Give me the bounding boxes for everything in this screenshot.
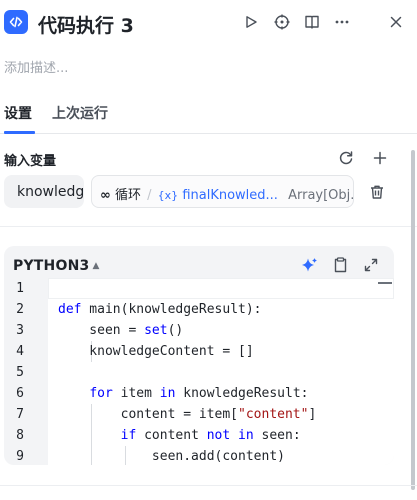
loop-icon: ∞ (100, 188, 111, 203)
line-number: 7 (16, 407, 24, 422)
code-line[interactable]: 1 (4, 278, 394, 299)
tab-last-run[interactable]: 上次运行 (52, 103, 108, 123)
delete-icon[interactable] (367, 182, 387, 202)
code-node-icon (4, 10, 28, 34)
line-number: 4 (16, 344, 24, 359)
sparkle-icon[interactable] (299, 255, 319, 275)
description-input[interactable]: 添加描述... (4, 57, 68, 76)
code-line[interactable]: 2 def main(knowledgeResult): (4, 299, 394, 320)
tab-settings[interactable]: 设置 (4, 103, 32, 123)
code-editor: PYTHON3 ▲ 1 2 def main(knowledgeResult): 3 s… (4, 246, 394, 465)
variable-ref-name: finalKnowled... (182, 188, 278, 203)
line-number: 3 (16, 323, 24, 338)
sort-caret-icon: ▲ (92, 261, 100, 271)
book-icon[interactable] (302, 12, 322, 32)
more-icon[interactable] (332, 12, 352, 32)
node-header: 代码执行 3 (0, 0, 417, 46)
code-text: knowledgeContent = [] (58, 344, 254, 359)
section-divider (0, 226, 417, 227)
variable-type: Array[Obj... (288, 188, 353, 203)
loop-label: 循环 (114, 188, 141, 203)
play-icon[interactable] (241, 12, 261, 32)
close-icon[interactable] (386, 12, 406, 32)
line-number: 2 (16, 302, 24, 317)
clipboard-icon[interactable] (330, 255, 350, 275)
node-title[interactable]: 代码执行 3 (38, 11, 134, 38)
line-number: 1 (16, 281, 24, 296)
code-line[interactable]: 7 content = item["content"] (4, 404, 394, 425)
crosshair-icon[interactable] (272, 12, 292, 32)
tab-bar: 设置 上次运行 (0, 96, 417, 134)
code-text: content = item["content"] (58, 407, 317, 422)
code-text: seen.add(content) (58, 449, 285, 464)
code-line[interactable]: 5 (4, 362, 394, 383)
language-selector[interactable]: PYTHON3 ▲ (13, 258, 100, 274)
line-number: 6 (16, 386, 24, 401)
code-area[interactable]: 1 2 def main(knowledgeResult): 3 seen = set… (4, 278, 394, 465)
line-number: 8 (16, 428, 24, 443)
bottom-divider (0, 485, 417, 486)
code-text: for item in knowledgeResult: (89, 386, 309, 401)
code-text: def main(knowledgeResult): (58, 302, 262, 317)
refresh-icon[interactable] (336, 148, 356, 168)
variable-reference-field[interactable]: ∞ 循环 / {x} finalKnowled... Array[Obj... (91, 175, 354, 208)
expand-icon[interactable] (361, 255, 381, 275)
code-line[interactable]: 9 seen.add(content) (4, 446, 394, 465)
active-tab-indicator (4, 131, 35, 134)
code-line[interactable]: 8 if content not in seen: (4, 425, 394, 446)
variable-icon: {x} (157, 189, 179, 202)
code-line[interactable]: 4 knowledgeContent = [] (4, 341, 394, 362)
panel-scrollbar[interactable] (411, 150, 415, 490)
code-text: seen = set() (58, 323, 184, 338)
path-separator: / (147, 188, 152, 203)
variable-name-field[interactable]: knowledge (4, 175, 84, 208)
code-text: if content not in seen: (120, 428, 301, 443)
code-line[interactable]: 6 for item in knowledgeResult: (4, 383, 394, 404)
language-label: PYTHON3 (13, 258, 90, 274)
line-number: 9 (16, 449, 24, 464)
input-variables-title: 输入变量 (4, 154, 57, 169)
editor-toolbar: PYTHON3 ▲ (4, 246, 394, 278)
code-line[interactable]: 3 seen = set() (4, 320, 394, 341)
add-variable-button[interactable] (370, 148, 390, 168)
line-number: 5 (16, 365, 24, 380)
